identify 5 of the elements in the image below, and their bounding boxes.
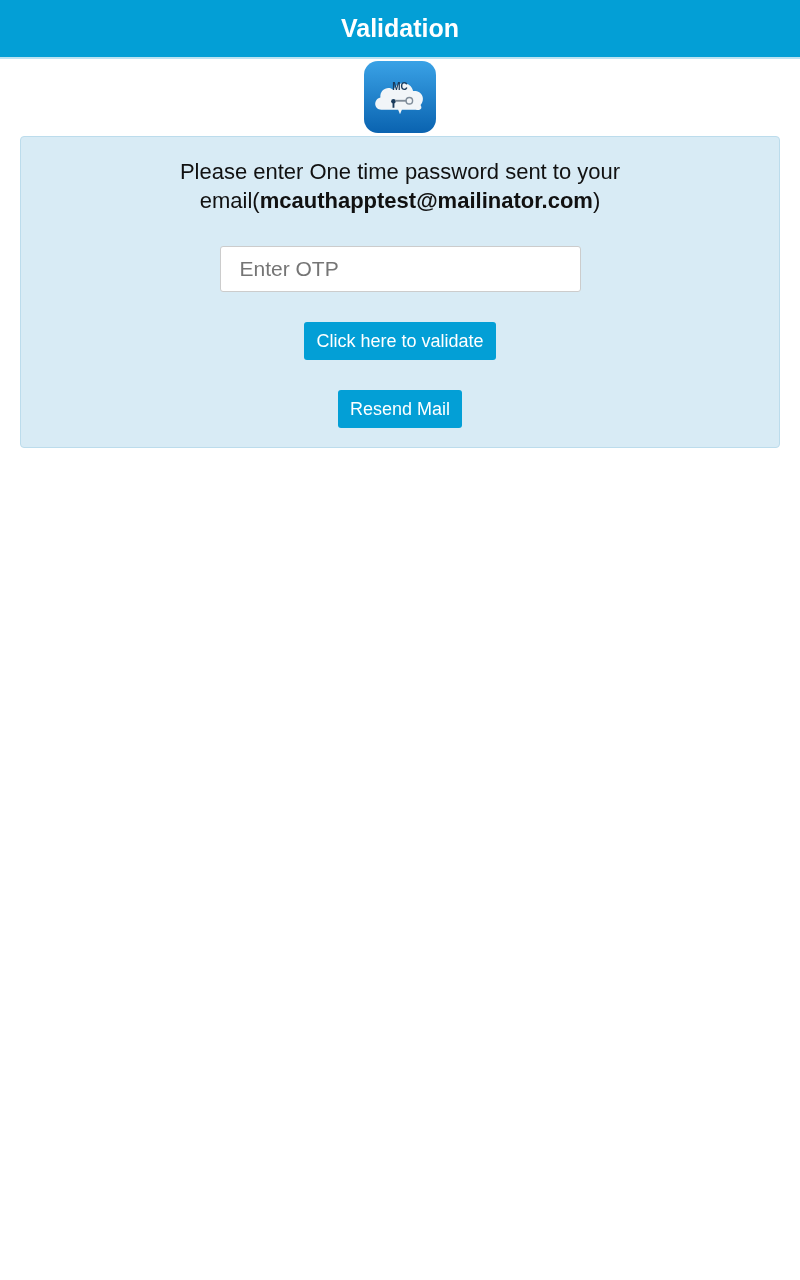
resend-mail-button[interactable]: Resend Mail: [337, 390, 462, 428]
instruction-text: Please enter One time password sent to your email(mcauthapptest@mailinator.com): [178, 158, 622, 215]
otp-input-field[interactable]: Enter OTP: [219, 246, 581, 292]
validate-button[interactable]: Click here to validate: [304, 322, 496, 360]
page-title: Validation: [340, 14, 460, 43]
